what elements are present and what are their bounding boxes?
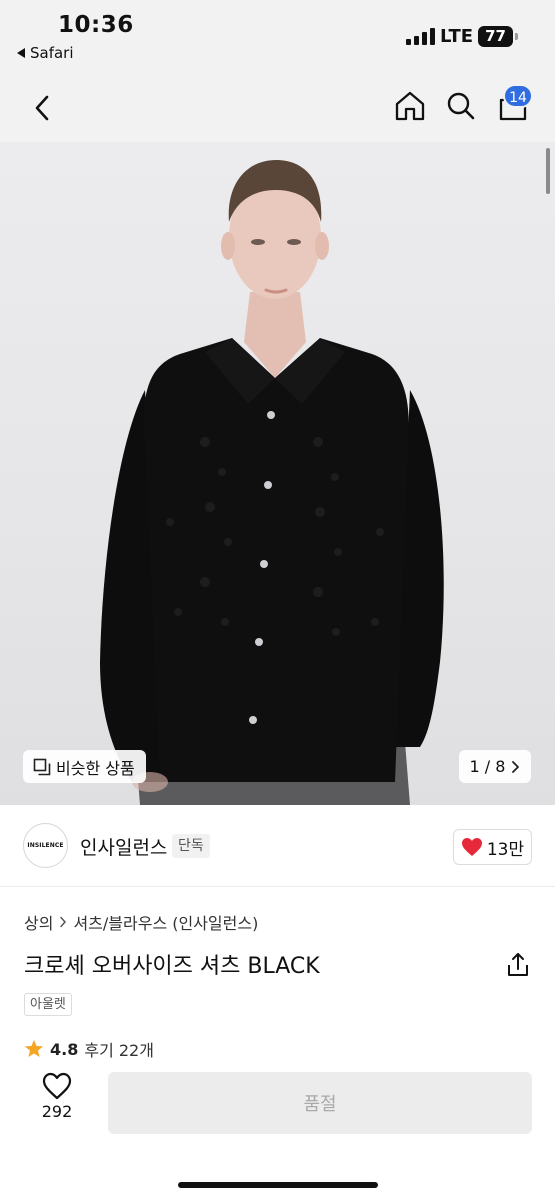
- wishlist-button[interactable]: 292: [34, 1072, 80, 1134]
- home-indicator[interactable]: [178, 1182, 378, 1188]
- signal-icon: [406, 28, 435, 45]
- brand-name-link[interactable]: 인사일런스: [80, 833, 167, 860]
- back-app-label: Safari: [30, 44, 74, 62]
- heart-outline-icon: [42, 1072, 72, 1100]
- home-icon: [395, 91, 425, 121]
- brand-logo[interactable]: INSILENCE: [23, 823, 68, 868]
- copy-icon: [33, 758, 51, 775]
- product-image[interactable]: [0, 142, 555, 805]
- purchase-bar: 292 품절: [0, 1058, 555, 1200]
- home-button[interactable]: [390, 84, 430, 128]
- model-illustration: [100, 160, 444, 805]
- brand-row: INSILENCE 인사일런스 단독 13만: [0, 805, 555, 887]
- status-time: 10:36: [58, 12, 134, 38]
- heart-icon: [461, 838, 482, 856]
- breadcrumb: 상의 셔츠/블라우스 (인사일런스): [24, 910, 258, 934]
- star-icon: [25, 1040, 43, 1057]
- back-chevron-icon: [35, 95, 49, 121]
- battery-tip: [515, 33, 518, 40]
- back-triangle-icon: [17, 48, 25, 58]
- product-title: 크로셰 오버사이즈 셔츠 BLACK: [24, 954, 320, 979]
- breadcrumb-item-top[interactable]: 상의: [24, 910, 53, 934]
- cart-count-badge: 14: [503, 84, 533, 108]
- status-bar: 10:36 Safari LTE 77: [0, 0, 555, 78]
- share-button[interactable]: [505, 951, 531, 979]
- chevron-right-icon: [512, 760, 520, 773]
- page-scrollbar[interactable]: [546, 148, 550, 194]
- wishlist-count: 292: [41, 1102, 73, 1121]
- exclusive-tag: 단독: [172, 834, 210, 858]
- nav-bar: [0, 78, 555, 142]
- brand-like-count: 13만: [486, 839, 525, 860]
- share-icon: [508, 953, 528, 976]
- similar-products-button[interactable]: 비슷한 상품: [23, 750, 146, 783]
- outlet-tag: 아울렛: [24, 993, 72, 1016]
- search-icon: [447, 92, 475, 120]
- search-button[interactable]: [440, 84, 482, 128]
- similar-products-label: 비슷한 상품: [56, 758, 135, 778]
- network-label: LTE: [440, 26, 474, 47]
- image-counter-button[interactable]: 1 / 8: [459, 750, 531, 783]
- back-to-safari[interactable]: Safari: [17, 44, 74, 62]
- back-button[interactable]: [22, 88, 62, 128]
- rating-score: 4.8: [50, 1039, 79, 1059]
- battery-icon: 77: [478, 26, 513, 47]
- review-count: 후기 22개: [84, 1041, 154, 1060]
- breadcrumb-item-shirts[interactable]: 셔츠/블라우스 (인사일런스): [73, 910, 258, 934]
- rating-row[interactable]: 4.8 후기 22개: [24, 1038, 154, 1060]
- brand-like-button[interactable]: 13만: [453, 829, 532, 865]
- image-counter-label: 1 / 8: [469, 757, 506, 776]
- chevron-right-icon: [60, 916, 67, 928]
- soldout-button[interactable]: 품절: [108, 1072, 532, 1134]
